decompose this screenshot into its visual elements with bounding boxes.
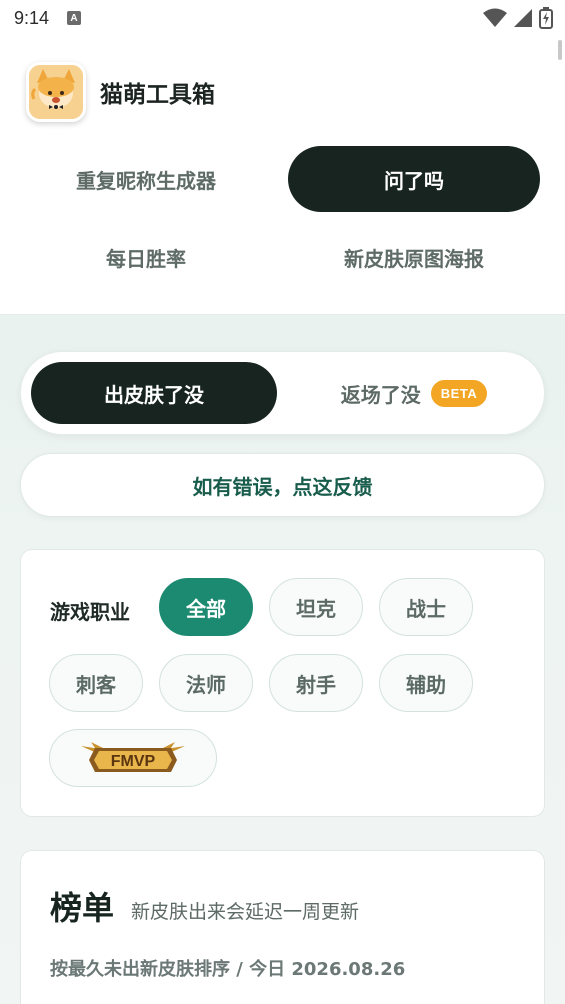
tab-return-skin[interactable]: 返场了没 BETA: [291, 362, 537, 424]
chip-assassin[interactable]: 刺客: [49, 654, 143, 712]
status-time: 9:14: [14, 7, 50, 28]
chip-marksman[interactable]: 射手: [269, 654, 363, 712]
tab-new-skin[interactable]: 出皮肤了没: [31, 362, 277, 424]
app-name: 猫萌工具箱: [100, 82, 215, 108]
header: 猫萌工具箱 重复昵称生成器 问了吗 每日胜率 新皮肤原图海报: [0, 36, 565, 314]
tool-asked[interactable]: 问了吗: [288, 146, 540, 212]
tab-return-skin-label: 返场了没: [340, 382, 421, 407]
fmvp-text: FMVP: [111, 753, 156, 770]
fmvp-badge-icon: FMVP: [81, 742, 185, 772]
scrollbar[interactable]: [558, 40, 562, 60]
status-bar: 9:14 A: [0, 0, 565, 36]
ranking-title: 榜单: [50, 889, 115, 927]
battery-charging-icon: [539, 7, 553, 29]
status-icons: [483, 7, 553, 29]
chip-mage[interactable]: 法师: [159, 654, 253, 712]
chip-fmvp[interactable]: FMVP: [49, 729, 217, 787]
wifi-icon: [483, 8, 507, 27]
app-logo-icon: [26, 62, 86, 122]
tool-skin-poster[interactable]: 新皮肤原图海报: [288, 224, 540, 290]
status-left: 9:14 A: [14, 7, 82, 29]
tool-repeat-nickname[interactable]: 重复昵称生成器: [20, 146, 272, 212]
chip-all[interactable]: 全部: [159, 578, 253, 636]
ranking-subtitle: 新皮肤出来会延迟一周更新: [131, 901, 360, 923]
tool-daily-winrate[interactable]: 每日胜率: [20, 224, 272, 290]
ranking-sort-note: 按最久未出新皮肤排序 / 今日 2026.08.26: [50, 959, 406, 980]
segment-control: 出皮肤了没 返场了没 BETA: [20, 351, 545, 435]
chip-tank[interactable]: 坦克: [269, 578, 363, 636]
app-row: 猫萌工具箱: [26, 62, 215, 122]
ranking-card: 榜单 新皮肤出来会延迟一周更新 按最久未出新皮肤排序 / 今日 2026.08.…: [20, 850, 545, 1004]
filter-label: 游戏职业: [50, 600, 130, 624]
filter-card: 游戏职业 全部 坦克 战士 刺客 法师 射手 辅助 FMVP: [20, 549, 545, 817]
beta-badge: BETA: [430, 379, 488, 407]
main-content: 出皮肤了没 返场了没 BETA 如有错误，点这反馈 游戏职业 全部 坦克 战士 …: [0, 314, 565, 1004]
signal-icon: [514, 9, 532, 27]
chip-support[interactable]: 辅助: [379, 654, 473, 712]
tab-new-skin-label: 出皮肤了没: [104, 382, 204, 407]
chip-warrior[interactable]: 战士: [379, 578, 473, 636]
feedback-button[interactable]: 如有错误，点这反馈: [20, 453, 545, 517]
a-icon: A: [67, 11, 82, 25]
